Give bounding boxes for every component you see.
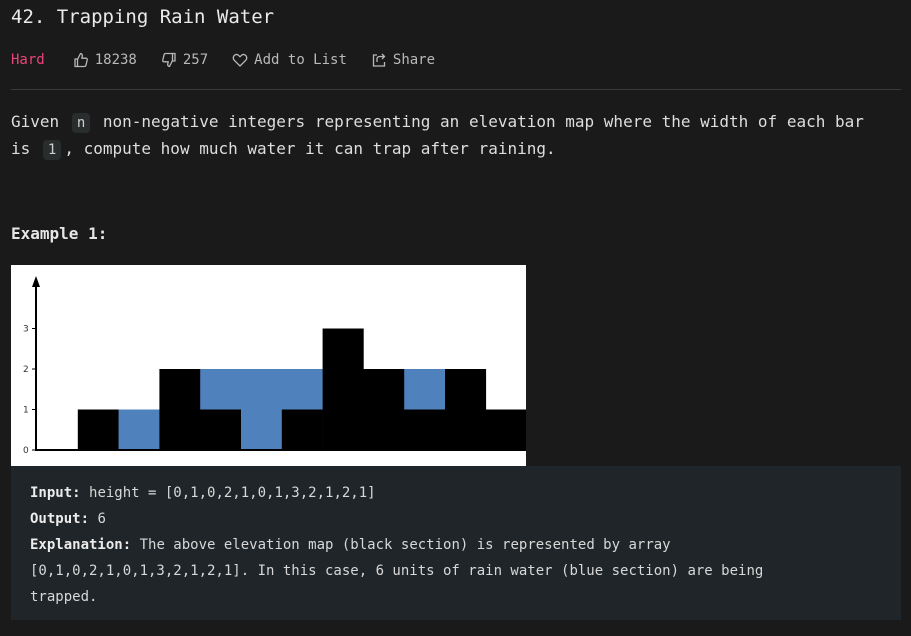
y-tick-label: 3 <box>23 325 29 335</box>
y-axis-arrow <box>32 276 40 287</box>
share-icon <box>372 53 386 67</box>
add-to-list-button[interactable]: Add to List <box>232 52 347 68</box>
example-explanation: Explanation: The above elevation map (bl… <box>30 532 882 610</box>
like-count: 18238 <box>94 52 137 68</box>
dislike-button[interactable]: 257 <box>161 52 208 68</box>
elevation-bar <box>363 369 405 450</box>
description-text: , compute how much water it can trap aft… <box>64 139 556 158</box>
difficulty-badge: Hard <box>11 52 45 68</box>
y-tick-label: 1 <box>23 406 29 416</box>
water-block <box>404 369 446 410</box>
water-block <box>241 369 283 450</box>
elevation-bar <box>445 369 487 450</box>
elevation-bar <box>485 409 527 450</box>
example-input-line: Input: height = [0,1,0,2,1,0,1,3,2,1,2,1… <box>30 480 882 506</box>
thumbs-up-icon <box>74 52 88 68</box>
y-tick-label: 0 <box>23 446 29 456</box>
water-block <box>200 369 242 410</box>
elevation-bar <box>77 409 119 450</box>
elevation-map-chart: 0 1 2 3 <box>23 276 527 456</box>
problem-page: 42. Trapping Rain Water Hard 18238 257 A… <box>0 0 911 636</box>
inline-code-n: n <box>71 113 91 133</box>
elevation-bar <box>159 369 201 450</box>
water-block <box>281 369 323 410</box>
add-to-list-label: Add to List <box>254 52 347 68</box>
water-block <box>118 409 160 450</box>
explanation-line: The above elevation map (black section) … <box>139 537 671 553</box>
input-label: Input: <box>30 485 81 501</box>
like-button[interactable]: 18238 <box>73 52 137 68</box>
input-value: height = [0,1,0,2,1,0,1,3,2,1,2,1] <box>89 485 376 501</box>
problem-meta-bar: Hard 18238 257 Add to List Share <box>11 50 459 70</box>
elevation-bar <box>404 409 446 450</box>
y-tick-label: 2 <box>23 365 29 375</box>
output-value: 6 <box>97 511 106 527</box>
header-divider <box>11 89 901 90</box>
output-label: Output: <box>30 511 90 527</box>
elevation-bar <box>322 328 364 450</box>
example-heading: Example 1: <box>11 224 108 243</box>
elevation-map-figure: 0 1 2 3 <box>11 265 527 466</box>
elevation-bar <box>200 409 242 450</box>
dislike-count: 257 <box>182 52 209 68</box>
inline-code-1: 1 <box>42 140 62 160</box>
example-output-line: Output: 6 <box>30 506 882 532</box>
heart-icon <box>232 53 248 67</box>
problem-title: 42. Trapping Rain Water <box>11 6 275 28</box>
thumbs-down-icon <box>161 52 176 68</box>
problem-description: Given n non-negative integers representi… <box>11 108 891 162</box>
explanation-line: [0,1,0,2,1,0,1,3,2,1,2,1]. In this case,… <box>30 563 764 579</box>
explanation-line: trapped. <box>30 589 98 605</box>
explanation-label: Explanation: <box>30 537 132 553</box>
share-button[interactable]: Share <box>371 52 435 68</box>
elevation-bar <box>281 409 323 450</box>
example-code-block: Input: height = [0,1,0,2,1,0,1,3,2,1,2,1… <box>11 466 901 620</box>
description-text: Given <box>11 112 60 131</box>
share-label: Share <box>392 52 436 68</box>
